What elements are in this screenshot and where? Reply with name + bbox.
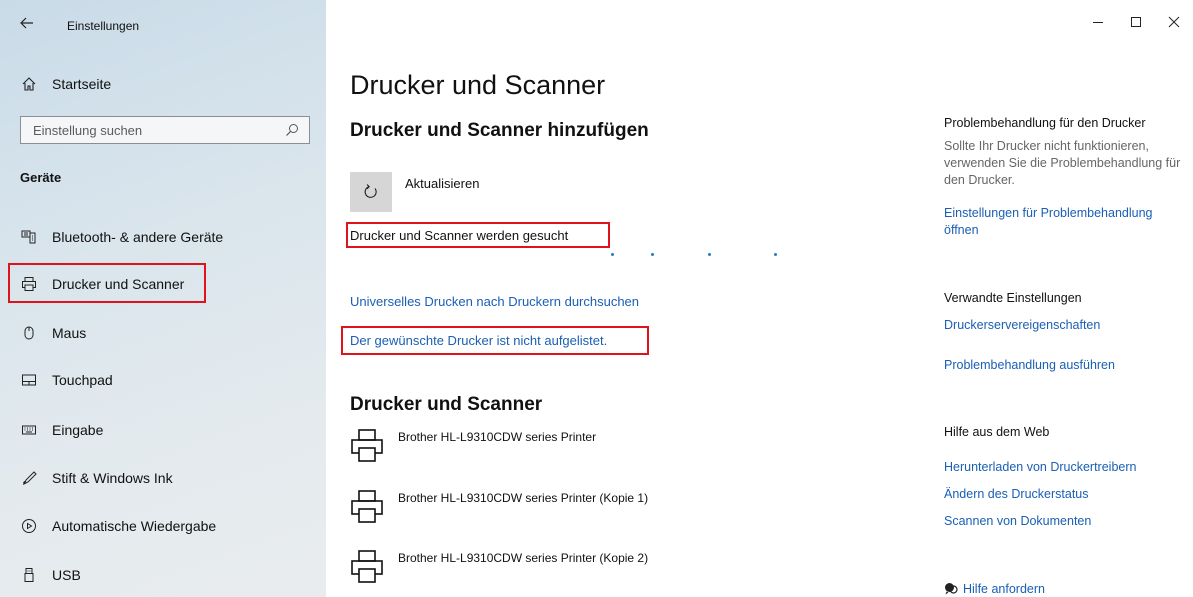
- search-input[interactable]: [33, 122, 283, 138]
- sidebar-item-usb[interactable]: USB: [0, 557, 326, 593]
- keyboard-icon: [19, 420, 39, 440]
- printers-list-heading: Drucker und Scanner: [350, 394, 543, 415]
- sidebar-item-label: Eingabe: [52, 422, 104, 438]
- sidebar-item-home[interactable]: Startseite: [0, 66, 326, 102]
- search-box[interactable]: [20, 116, 310, 144]
- sidebar: Einstellungen Startseite Geräte Bluetoot…: [0, 0, 326, 597]
- add-printers-heading: Drucker und Scanner hinzufügen: [350, 120, 649, 141]
- sidebar-item-label: Touchpad: [52, 372, 113, 388]
- page-title: Drucker und Scanner: [350, 70, 606, 100]
- sidebar-item-label: Bluetooth- & andere Geräte: [52, 229, 224, 245]
- highlight-box-not-listed: [341, 326, 649, 355]
- home-icon: [19, 74, 39, 94]
- related-settings-heading: Verwandte Einstellungen: [944, 291, 1082, 305]
- sidebar-item-label: Startseite: [52, 76, 112, 92]
- sidebar-item-pen[interactable]: Stift & Windows Ink: [0, 460, 326, 496]
- sidebar-item-bluetooth[interactable]: Bluetooth- & andere Geräte: [0, 219, 326, 255]
- progress-dot: [774, 253, 777, 256]
- related-panel: Problembehandlung für den Drucker Sollte…: [944, 0, 1193, 597]
- highlight-box-searching: [346, 222, 610, 248]
- section-label-devices: Geräte: [20, 170, 62, 185]
- sidebar-item-touchpad[interactable]: Touchpad: [0, 362, 326, 398]
- run-troubleshooter-link[interactable]: Problembehandlung ausführen: [944, 357, 1189, 374]
- change-printer-status-link[interactable]: Ändern des Druckerstatus: [944, 486, 1189, 503]
- touchpad-icon: [19, 370, 39, 390]
- print-server-properties-link[interactable]: Druckerservereigenschaften: [944, 317, 1189, 334]
- sidebar-item-autoplay[interactable]: Automatische Wiedergabe: [0, 508, 326, 544]
- web-help-heading: Hilfe aus dem Web: [944, 425, 1050, 439]
- printer-item[interactable]: Brother HL-L9310CDW series Printer: [350, 428, 710, 468]
- chat-help-icon: [945, 583, 958, 595]
- printer-name: Brother HL-L9310CDW series Printer: [398, 430, 597, 444]
- printer-name: Brother HL-L9310CDW series Printer (Kopi…: [398, 551, 649, 565]
- printer-item[interactable]: Brother HL-L9310CDW series Printer (Kopi…: [350, 489, 710, 529]
- refresh-button[interactable]: [350, 172, 392, 212]
- back-button[interactable]: [20, 16, 34, 35]
- printer-icon: [351, 429, 383, 462]
- printer-icon: [351, 490, 383, 523]
- search-icon[interactable]: [285, 123, 299, 137]
- sidebar-item-label: Maus: [52, 325, 87, 341]
- refresh-icon: [364, 184, 377, 198]
- refresh-label: Aktualisieren: [405, 176, 480, 191]
- arrow-left-icon: [20, 17, 33, 29]
- autoplay-icon: [19, 516, 39, 536]
- get-help-link[interactable]: Hilfe anfordern: [944, 579, 1144, 597]
- sidebar-item-label: USB: [52, 567, 81, 583]
- pen-icon: [19, 468, 39, 488]
- progress-dot: [651, 253, 654, 256]
- settings-window: Einstellungen Startseite Geräte Bluetoot…: [0, 0, 1193, 597]
- sidebar-item-input[interactable]: Eingabe: [0, 412, 326, 448]
- troubleshoot-description: Sollte Ihr Drucker nicht funktionieren, …: [944, 139, 1181, 187]
- sidebar-item-mouse[interactable]: Maus: [0, 315, 326, 351]
- scan-documents-link[interactable]: Scannen von Dokumenten: [944, 513, 1189, 530]
- progress-dot: [708, 253, 711, 256]
- printer-item[interactable]: Brother HL-L9310CDW series Printer (Kopi…: [350, 549, 710, 589]
- progress-dot: [611, 253, 614, 256]
- universal-print-link[interactable]: Universelles Drucken nach Druckern durch…: [350, 294, 639, 309]
- printer-name: Brother HL-L9310CDW series Printer (Kopi…: [398, 491, 649, 505]
- sidebar-item-label: Automatische Wiedergabe: [52, 518, 217, 534]
- troubleshoot-settings-link[interactable]: Einstellungen für Problembehandlung öffn…: [944, 205, 1189, 239]
- get-help-label: Hilfe anfordern: [963, 582, 1045, 596]
- printer-icon: [351, 550, 383, 583]
- sidebar-item-label: Stift & Windows Ink: [52, 470, 173, 486]
- troubleshoot-heading: Problembehandlung für den Drucker: [944, 116, 1146, 130]
- bluetooth-devices-icon: [19, 227, 39, 247]
- window-title: Einstellungen: [67, 19, 140, 33]
- mouse-icon: [19, 323, 39, 343]
- download-drivers-link[interactable]: Herunterladen von Druckertreibern: [944, 459, 1189, 476]
- usb-icon: [19, 565, 39, 585]
- highlight-box-printers: [8, 263, 206, 303]
